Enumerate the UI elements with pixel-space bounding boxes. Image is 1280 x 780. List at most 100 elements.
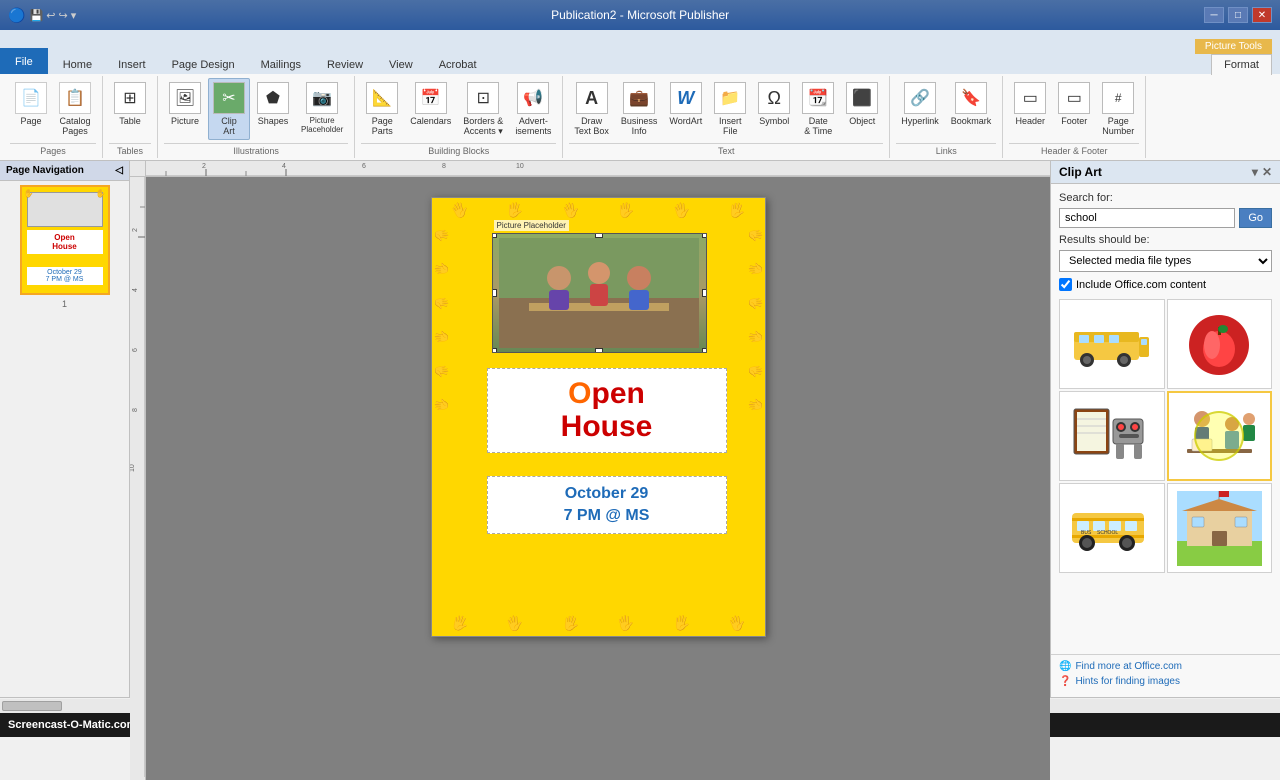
- results-dropdown[interactable]: Selected media file types: [1059, 250, 1272, 272]
- svg-text:10: 10: [516, 163, 524, 170]
- btn-table[interactable]: ⊞ Table: [109, 78, 151, 130]
- btn-date-time[interactable]: 📆 Date& Time: [797, 78, 839, 140]
- btn-borders[interactable]: ⊡ Borders &Accents ▾: [458, 78, 508, 141]
- screencast-label: Screencast-O-Matic.com: [8, 719, 136, 731]
- page-thumbnail-1[interactable]: OpenHouse October 297 PM @ MS ✋ ✋: [20, 185, 110, 295]
- app-icon: 🔵: [8, 7, 25, 24]
- picture-placeholder-label: Picture Placeholder: [494, 220, 569, 231]
- tab-home[interactable]: Home: [50, 54, 105, 74]
- btn-hyperlink[interactable]: 🔗 Hyperlink: [896, 78, 944, 130]
- clip-item-3[interactable]: [1059, 391, 1165, 481]
- picture-tools-label: Picture Tools: [1195, 39, 1272, 54]
- svg-text:4: 4: [282, 163, 286, 170]
- search-input[interactable]: [1059, 208, 1235, 228]
- tab-mailings[interactable]: Mailings: [248, 54, 314, 74]
- btn-business-info[interactable]: 💼 BusinessInfo: [616, 78, 663, 140]
- clip-art-grid: BUS SCHOOL: [1059, 299, 1272, 573]
- btn-wordart[interactable]: W WordArt: [664, 78, 707, 130]
- clip-item-6[interactable]: [1167, 483, 1273, 573]
- clip-item-2[interactable]: [1167, 299, 1273, 389]
- clip-item-1[interactable]: [1059, 299, 1165, 389]
- group-header-footer-label: Header & Footer: [1009, 143, 1139, 156]
- open-house-text: Open: [496, 377, 718, 410]
- go-button[interactable]: Go: [1239, 208, 1272, 228]
- panel-title: Clip Art: [1059, 165, 1102, 179]
- group-illustrations-label: Illustrations: [164, 143, 348, 156]
- tab-format[interactable]: Format: [1211, 54, 1272, 75]
- photo-frame[interactable]: [492, 233, 707, 353]
- tab-view[interactable]: View: [376, 54, 426, 74]
- page-nav-title: Page Navigation: [6, 165, 84, 176]
- window-title: Publication2 - Microsoft Publisher: [551, 8, 729, 22]
- group-text-label: Text: [569, 143, 883, 156]
- date-textbox[interactable]: October 29 7 PM @ MS: [487, 476, 727, 534]
- page-navigation-panel: Page Navigation ◁ OpenHouse October 297 …: [0, 161, 130, 697]
- find-more-link[interactable]: 🌐 Find more at Office.com: [1059, 661, 1272, 672]
- main-layout: Page Navigation ◁ OpenHouse October 297 …: [0, 161, 1280, 697]
- btn-object[interactable]: ⬛ Object: [841, 78, 883, 130]
- group-building-blocks: 📐 PageParts 📅 Calendars ⊡ Borders &Accen…: [355, 76, 563, 158]
- btn-calendars[interactable]: 📅 Calendars: [405, 78, 456, 130]
- btn-footer[interactable]: ▭ Footer: [1053, 78, 1095, 130]
- clip-item-4[interactable]: [1167, 391, 1273, 481]
- group-tables-label: Tables: [109, 143, 151, 156]
- btn-page-number[interactable]: # PageNumber: [1097, 78, 1139, 140]
- tab-review[interactable]: Review: [314, 54, 376, 74]
- minimize-button[interactable]: ─: [1204, 7, 1224, 23]
- hints-link[interactable]: ❓ Hints for finding images: [1059, 676, 1272, 687]
- search-row: Go: [1059, 208, 1272, 228]
- group-header-footer: ▭ Header ▭ Footer # PageNumber Header & …: [1003, 76, 1146, 158]
- title-bar: 🔵 💾 ↩ ↪ ▾ Publication2 - Microsoft Publi…: [0, 0, 1280, 30]
- btn-symbol[interactable]: Ω Symbol: [753, 78, 795, 130]
- btn-picture[interactable]: 🖼 Picture: [164, 78, 206, 130]
- ruler-horizontal: 2 4 6 8 10: [146, 161, 1050, 177]
- open-house-textbox[interactable]: Open House: [487, 368, 727, 453]
- btn-catalog-pages[interactable]: 📋 CatalogPages: [54, 78, 96, 140]
- btn-advertisements[interactable]: 📢 Advert-isements: [510, 78, 556, 140]
- panel-options-icon[interactable]: ▾: [1252, 165, 1258, 179]
- panel-close-icon[interactable]: ✕: [1262, 165, 1272, 179]
- btn-insert-file[interactable]: 📁 InsertFile: [709, 78, 751, 140]
- btn-page[interactable]: 📄 Page: [10, 78, 52, 130]
- include-label: Include Office.com content: [1076, 279, 1206, 291]
- close-button[interactable]: ✕: [1252, 7, 1272, 23]
- svg-text:SCHOOL: SCHOOL: [1097, 530, 1118, 536]
- ribbon-content: 📄 Page 📋 CatalogPages Pages ⊞ Table Tabl…: [0, 74, 1280, 160]
- tab-page-design[interactable]: Page Design: [159, 54, 248, 74]
- group-links-label: Links: [896, 143, 996, 156]
- hints-help-icon: ❓: [1059, 676, 1071, 687]
- group-text: A DrawText Box 💼 BusinessInfo W WordArt …: [563, 76, 890, 158]
- btn-page-parts[interactable]: 📐 PageParts: [361, 78, 403, 140]
- clip-art-panel: Clip Art ▾ ✕ Search for: Go Results shou…: [1050, 161, 1280, 697]
- tab-acrobat[interactable]: Acrobat: [426, 54, 490, 74]
- group-links: 🔗 Hyperlink 🔖 Bookmark Links: [890, 76, 1003, 158]
- quick-access: 💾 ↩ ↪ ▾: [29, 9, 76, 22]
- group-illustrations: 🖼 Picture ✂ ClipArt ⬟ Shapes 📷 PicturePl…: [158, 76, 355, 158]
- btn-clipart[interactable]: ✂ ClipArt: [208, 78, 250, 140]
- svg-text:6: 6: [132, 348, 139, 352]
- btn-shapes[interactable]: ⬟ Shapes: [252, 78, 294, 130]
- group-building-blocks-label: Building Blocks: [361, 143, 556, 156]
- btn-picture-placeholder[interactable]: 📷 PicturePlaceholder: [296, 78, 348, 138]
- page-nav-header: Page Navigation ◁: [0, 161, 129, 181]
- ruler-corner: [130, 161, 146, 177]
- include-checkbox[interactable]: [1059, 278, 1072, 291]
- group-pages-label: Pages: [10, 143, 96, 156]
- page-nav-collapse[interactable]: ◁: [115, 165, 123, 176]
- btn-header[interactable]: ▭ Header: [1009, 78, 1051, 130]
- panel-body: Search for: Go Results should be: Select…: [1051, 184, 1280, 654]
- ribbon: File Home Insert Page Design Mailings Re…: [0, 30, 1280, 161]
- tab-insert[interactable]: Insert: [105, 54, 159, 74]
- btn-draw-text[interactable]: A DrawText Box: [569, 78, 614, 140]
- title-bar-controls[interactable]: ─ □ ✕: [1204, 7, 1272, 23]
- tab-file[interactable]: File: [0, 48, 48, 74]
- page-number-label: 1: [4, 299, 125, 309]
- maximize-button[interactable]: □: [1228, 7, 1248, 23]
- page-nav-content: OpenHouse October 297 PM @ MS ✋ ✋ 1: [0, 181, 129, 313]
- document-canvas[interactable]: 🖐 🖐 🖐 🖐 🖐 🖐 🖐 🖐 🖐 🖐 🖐 �: [146, 177, 1050, 780]
- clip-item-5[interactable]: BUS SCHOOL: [1059, 483, 1165, 573]
- svg-text:4: 4: [132, 288, 139, 292]
- btn-bookmark[interactable]: 🔖 Bookmark: [946, 78, 997, 130]
- search-for-label: Search for:: [1059, 192, 1272, 204]
- svg-text:8: 8: [132, 408, 139, 412]
